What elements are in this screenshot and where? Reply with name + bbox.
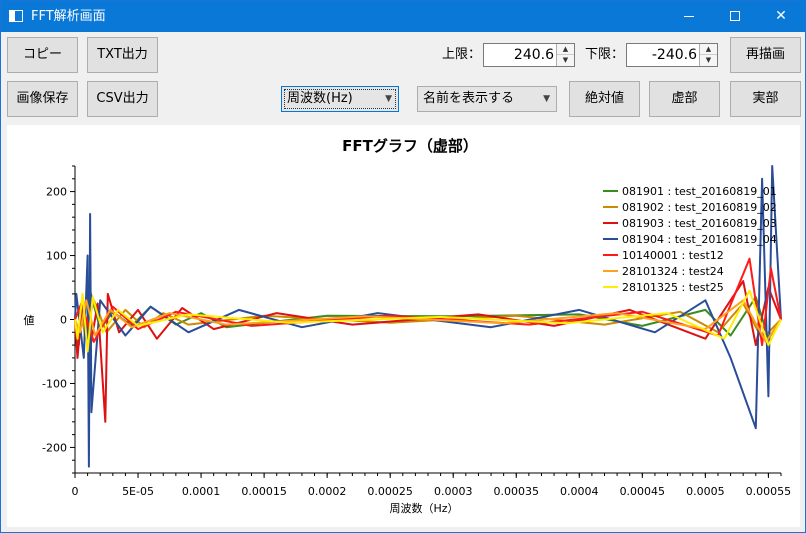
redraw-button[interactable]: 再描画 xyxy=(730,37,801,73)
real-part-button[interactable]: 実部 xyxy=(730,81,801,117)
upper-limit-spinner[interactable]: ▲ ▼ xyxy=(556,44,574,66)
legend-entry-6: 28101324 : test24 xyxy=(622,265,724,278)
lower-limit-value: -240.6 xyxy=(651,47,697,63)
x-tick-label: 0.0004 xyxy=(560,485,599,498)
maximize-icon xyxy=(730,11,740,21)
absolute-value-button[interactable]: 絶対値 xyxy=(569,81,640,117)
chevron-down-icon: ▼ xyxy=(543,94,550,104)
x-tick-label: 0 xyxy=(72,485,79,498)
fft-chart: FFTグラフ（虚部） 周波数（Hz） 値 -200 -100 0 100 200 0 5E-… xyxy=(24,137,792,515)
lower-limit-field[interactable]: -240.6 ▲ ▼ xyxy=(626,43,718,67)
y-tick-label: -100 xyxy=(42,377,67,390)
spin-down-icon[interactable]: ▼ xyxy=(700,55,717,66)
spin-down-icon[interactable]: ▼ xyxy=(557,55,574,66)
x-tick-label: 5E-05 xyxy=(122,485,154,498)
window-title: FFT解析画面 xyxy=(31,9,106,24)
copy-button[interactable]: コピー xyxy=(7,37,78,73)
x-tick-label: 0.0001 xyxy=(182,485,221,498)
upper-limit-value: 240.6 xyxy=(513,47,554,63)
spin-up-icon[interactable]: ▲ xyxy=(700,44,717,55)
x-tick-label: 0.00055 xyxy=(746,485,792,498)
lower-limit-spinner[interactable]: ▲ ▼ xyxy=(699,44,717,66)
name-display-select[interactable]: 名前を表示する ▼ xyxy=(417,86,557,112)
app-window-icon xyxy=(9,10,23,22)
txt-export-button[interactable]: TXT出力 xyxy=(87,37,158,73)
series-line-3 xyxy=(74,280,782,423)
close-icon: ✕ xyxy=(775,8,787,24)
axes: -200 -100 0 100 200 0 5E-05 0.0001 0.00015 0.0002… xyxy=(42,165,792,498)
y-tick-label: 0 xyxy=(60,314,67,327)
title-bar[interactable]: FFT解析画面 ✕ xyxy=(1,1,805,32)
plot-panel: FFTグラフ（虚部） 周波数（Hz） 値 -200 -100 0 100 200 0 5E-… xyxy=(7,125,800,527)
close-button[interactable]: ✕ xyxy=(758,1,804,32)
y-tick-label: 200 xyxy=(46,186,67,199)
legend-entry-2: 081902 : test_20160819_02 xyxy=(622,201,777,214)
x-tick-label: 0.0003 xyxy=(434,485,473,498)
x-tick-label: 0.0002 xyxy=(308,485,347,498)
legend-entry-1: 081901 : test_20160819_01 xyxy=(622,185,777,198)
minimize-icon xyxy=(684,16,694,17)
x-tick-label: 0.0005 xyxy=(686,485,725,498)
chart-title: FFTグラフ（虚部） xyxy=(342,137,478,155)
legend-entry-4: 081904 : test_20160819_04 xyxy=(622,233,777,246)
x-axis-label: 周波数（Hz） xyxy=(389,502,458,515)
x-tick-label: 0.00025 xyxy=(367,485,413,498)
x-axis-select-value: 周波数(Hz) xyxy=(287,91,353,106)
x-tick-label: 0.00015 xyxy=(241,485,287,498)
x-tick-label: 0.00035 xyxy=(494,485,540,498)
upper-limit-label: 上限： xyxy=(442,47,482,62)
minimize-button[interactable] xyxy=(666,1,712,32)
legend-entry-5: 10140001 : test12 xyxy=(622,249,724,262)
legend-entry-7: 28101325 : test25 xyxy=(622,281,724,294)
y-tick-label: 100 xyxy=(46,250,67,263)
maximize-button[interactable] xyxy=(712,1,758,32)
save-image-button[interactable]: 画像保存 xyxy=(7,81,78,117)
fft-analysis-window: FFT解析画面 ✕ コピー TXT出力 画像保存 CSV出力 上限： 240.6… xyxy=(0,0,806,533)
csv-export-button[interactable]: CSV出力 xyxy=(87,81,158,117)
x-axis-select[interactable]: 周波数(Hz) ▼ xyxy=(281,86,399,112)
x-tick-label: 0.00045 xyxy=(620,485,666,498)
upper-limit-field[interactable]: 240.6 ▲ ▼ xyxy=(483,43,575,67)
y-axis-label: 値 xyxy=(24,314,35,327)
lower-limit-label: 下限： xyxy=(585,47,625,62)
name-display-select-value: 名前を表示する xyxy=(423,91,515,106)
y-tick-label: -200 xyxy=(42,441,67,454)
chevron-down-icon: ▼ xyxy=(385,94,392,104)
legend-entry-3: 081903 : test_20160819_03 xyxy=(622,217,777,230)
legend: 081901 : test_20160819_01 081902 : test_2… xyxy=(603,185,777,294)
spin-up-icon[interactable]: ▲ xyxy=(557,44,574,55)
imaginary-part-button[interactable]: 虚部 xyxy=(649,81,720,117)
